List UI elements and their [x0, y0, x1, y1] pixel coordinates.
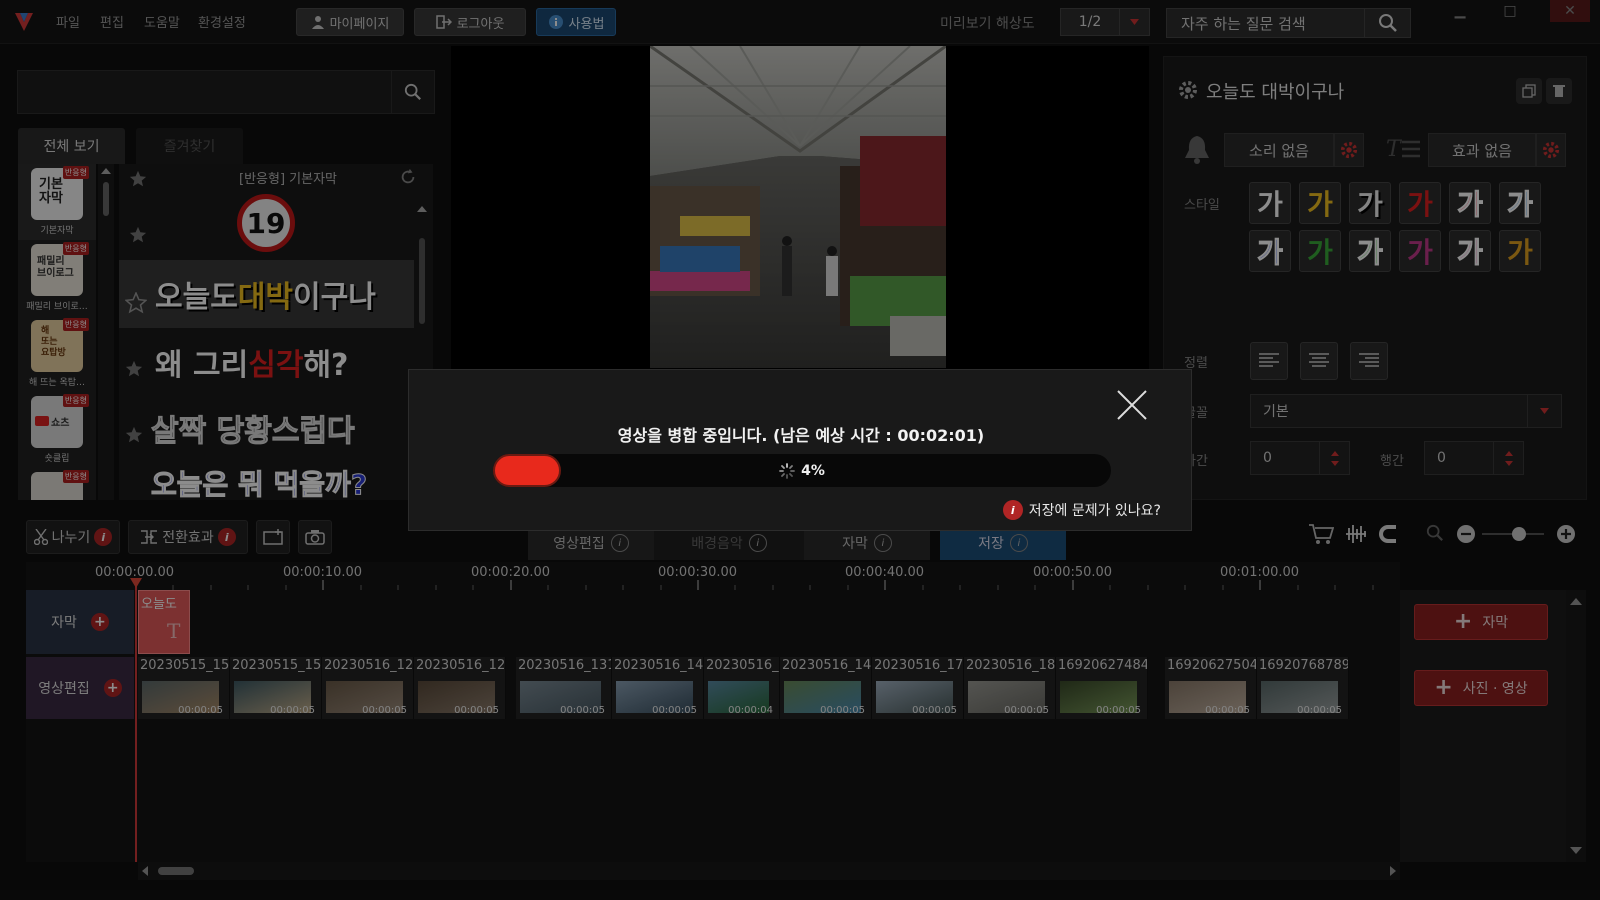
close-icon[interactable]: [1115, 388, 1149, 422]
merge-progress-dialog: 영상을 병합 중입니다. (남은 예상 시간 : 00:02:01) 4% i …: [408, 369, 1192, 531]
save-help-link[interactable]: i 저장에 문제가 있나요?: [1002, 500, 1161, 520]
spinner-icon: [779, 462, 796, 479]
save-help-text: 저장에 문제가 있나요?: [1028, 503, 1161, 519]
merge-progress-text: 4%: [801, 462, 825, 479]
merge-progress-bar: 4%: [493, 454, 1111, 487]
info-icon: i: [1002, 500, 1023, 520]
merge-message: 영상을 병합 중입니다. (남은 예상 시간 : 00:02:01): [617, 426, 985, 445]
merge-progress-label: 4%: [493, 454, 1111, 487]
